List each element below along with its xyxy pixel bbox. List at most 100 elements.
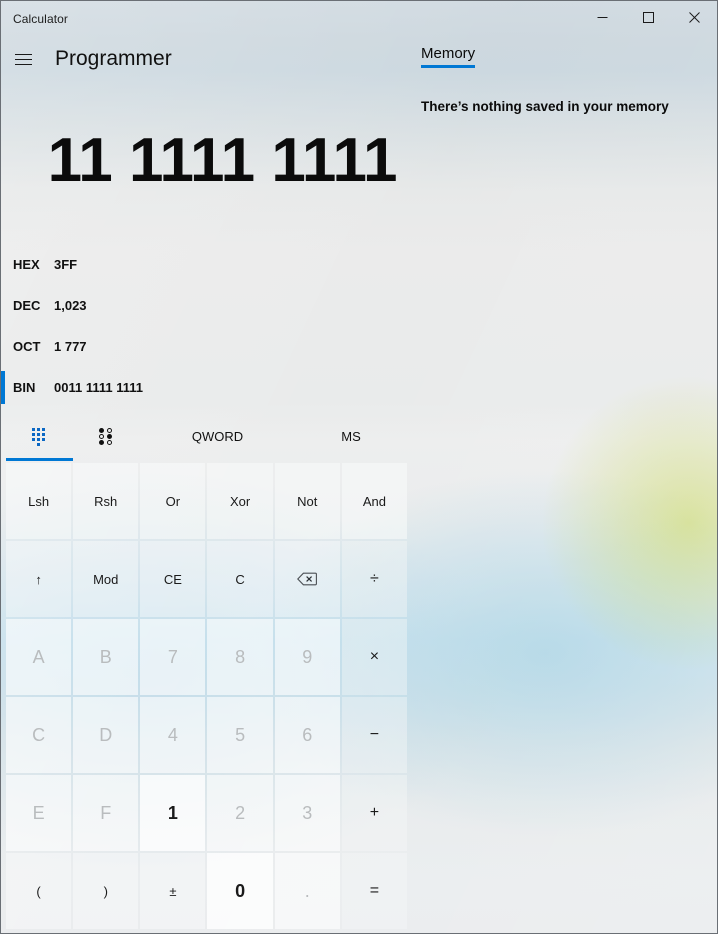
key-label: 3 — [302, 802, 313, 823]
tab-bit-toggle[interactable] — [73, 411, 140, 461]
key-or[interactable]: Or — [140, 463, 206, 539]
tab-memory[interactable]: Memory — [421, 45, 476, 68]
key-clear-entry[interactable]: CE — [140, 541, 206, 617]
radix-label: OCT — [13, 339, 41, 354]
key-rol-ror-toggle[interactable]: ↑ — [6, 541, 72, 617]
key-label: Mod — [93, 571, 119, 587]
key-hex-f: F — [73, 775, 139, 851]
key-label: F — [100, 802, 112, 823]
key-digit-3: 3 — [274, 775, 340, 851]
radix-label: DEC — [13, 298, 41, 313]
key-label: 9 — [302, 646, 313, 667]
key-clear[interactable]: C — [207, 541, 273, 617]
key-label: And — [362, 493, 386, 509]
key-multiply[interactable]: × — [341, 619, 407, 695]
radix-selection-accent — [1, 289, 5, 322]
radix-row-bin[interactable]: BIN 0011 1111 1111 — [1, 367, 407, 408]
key-label: Lsh — [28, 493, 50, 509]
key-digit-7: 7 — [140, 619, 206, 695]
radix-value: 1 777 — [54, 339, 87, 354]
app-header: Programmer — [1, 39, 407, 79]
memory-store-button[interactable]: MS — [295, 411, 407, 461]
key-digit-8: 8 — [207, 619, 273, 695]
caption-button-group — [579, 1, 717, 33]
page-title: Programmer — [55, 47, 172, 70]
key-label: ± — [169, 883, 177, 899]
key-open-paren[interactable]: ( — [6, 853, 72, 929]
key-digit-1[interactable]: 1 — [140, 775, 206, 851]
key-digit-0[interactable]: 0 — [207, 853, 273, 929]
key-label: C — [235, 571, 245, 587]
memory-empty-message: There’s nothing saved in your memory — [421, 99, 669, 114]
key-label: B — [99, 646, 112, 667]
key-not[interactable]: Not — [274, 463, 340, 539]
key-label: ) — [103, 883, 108, 899]
key-and[interactable]: And — [341, 463, 407, 539]
key-label: Not — [297, 493, 318, 509]
key-label: A — [32, 646, 45, 667]
backspace-icon — [297, 572, 318, 586]
key-digit-4: 4 — [140, 697, 206, 773]
radix-row-oct[interactable]: OCT 1 777 — [1, 326, 407, 367]
radix-value: 3FF — [54, 257, 78, 272]
word-size-button[interactable]: QWORD — [140, 411, 295, 461]
keypad-tab-strip: QWORD MS — [6, 411, 407, 461]
key-label: 7 — [167, 646, 178, 667]
key-rsh[interactable]: Rsh — [73, 463, 139, 539]
key-label: 6 — [302, 724, 313, 745]
radix-row-dec[interactable]: DEC 1,023 — [1, 285, 407, 326]
key-negate[interactable]: ± — [140, 853, 206, 929]
key-label: × — [369, 648, 380, 665]
key-label: Rsh — [94, 493, 118, 509]
key-label: ( — [36, 883, 41, 899]
radix-label: HEX — [13, 257, 40, 272]
key-divide[interactable]: ÷ — [341, 541, 407, 617]
radix-selection-accent — [1, 330, 5, 363]
radix-label: BIN — [13, 380, 36, 395]
hamburger-icon[interactable] — [1, 39, 45, 79]
key-hex-b: B — [73, 619, 139, 695]
close-button[interactable] — [671, 1, 717, 33]
key-mod[interactable]: Mod — [73, 541, 139, 617]
key-label: ÷ — [370, 570, 379, 587]
radix-row-hex[interactable]: HEX 3FF — [1, 244, 407, 285]
key-digit-5: 5 — [207, 697, 273, 773]
key-label: . — [304, 880, 310, 901]
radix-selection-accent — [1, 248, 5, 281]
key-label: − — [369, 726, 380, 743]
key-label: 0 — [235, 880, 246, 901]
minimize-button[interactable] — [579, 1, 625, 33]
title-bar[interactable]: Calculator — [1, 1, 717, 37]
key-digit-6: 6 — [274, 697, 340, 773]
tab-keypad-underline — [6, 458, 73, 461]
key-decimal-point: . — [274, 853, 340, 929]
key-digit-2: 2 — [207, 775, 273, 851]
key-equals[interactable]: = — [341, 853, 407, 929]
tab-keypad[interactable] — [6, 411, 73, 461]
key-close-paren[interactable]: ) — [73, 853, 139, 929]
key-label: C — [32, 724, 46, 745]
display-value[interactable]: 11 1111 1111 — [1, 125, 398, 197]
maximize-button[interactable] — [625, 1, 671, 33]
key-add[interactable]: + — [341, 775, 407, 851]
radix-value: 0011 1111 1111 — [54, 380, 143, 395]
key-backspace[interactable] — [274, 541, 340, 617]
keypad-grid-icon — [31, 427, 48, 446]
key-label: D — [99, 724, 113, 745]
radix-selection-accent — [1, 371, 5, 404]
key-label: 2 — [235, 802, 246, 823]
bit-toggle-icon — [99, 427, 114, 445]
key-lsh[interactable]: Lsh — [6, 463, 72, 539]
key-xor[interactable]: Xor — [207, 463, 273, 539]
key-subtract[interactable]: − — [341, 697, 407, 773]
key-label: = — [369, 882, 380, 899]
memory-panel: Memory There’s nothing saved in your mem… — [421, 45, 711, 114]
calculator-window: Calculator Programmer Memory There’s not… — [0, 0, 718, 934]
window-title: Calculator — [13, 12, 69, 26]
key-label: 1 — [167, 802, 178, 823]
key-label: + — [369, 804, 380, 821]
tab-memory-label: Memory — [421, 45, 476, 62]
radix-list: HEX 3FF DEC 1,023 OCT 1 777 BIN 0011 111… — [1, 244, 407, 408]
key-hex-d: D — [73, 697, 139, 773]
tab-memory-underline — [421, 65, 476, 68]
